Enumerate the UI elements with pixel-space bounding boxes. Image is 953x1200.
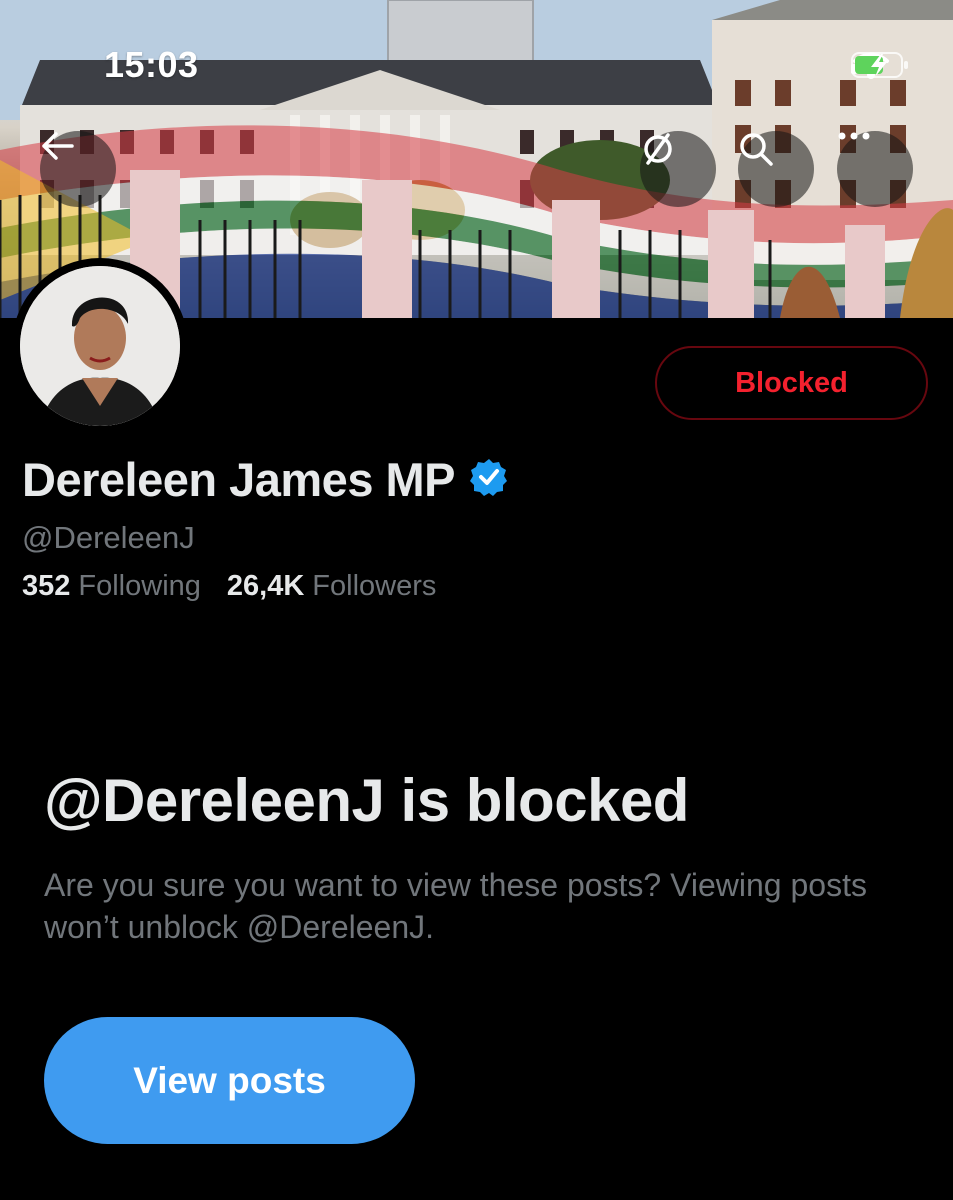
following-link[interactable]: 352 Following [22, 570, 201, 603]
followers-link[interactable]: 26,4K Followers [227, 570, 436, 603]
grok-button[interactable] [640, 131, 716, 207]
more-button[interactable] [837, 131, 913, 207]
profile-name-row: Dereleen James MP [22, 452, 509, 507]
verified-badge-icon[interactable] [469, 457, 509, 502]
avatar-photo [20, 266, 180, 426]
follow-stats: 352 Following 26,4K Followers [22, 570, 436, 603]
search-button[interactable] [738, 131, 814, 207]
profile-handle: @DereleenJ [22, 520, 195, 555]
blocked-title: @DereleenJ is blocked [44, 767, 689, 834]
display-name: Dereleen James MP [22, 453, 456, 506]
back-button[interactable] [40, 131, 116, 207]
following-count: 352 [22, 570, 71, 602]
status-time: 15:03 [104, 44, 199, 85]
view-posts-button[interactable]: View posts [44, 1017, 415, 1144]
following-label: Following [78, 570, 201, 602]
blocked-description: Are you sure you want to view these post… [44, 867, 867, 945]
followers-count: 26,4K [226, 570, 305, 602]
blocked-button[interactable]: Blocked [655, 346, 928, 420]
avatar[interactable] [12, 258, 188, 434]
followers-label: Followers [312, 570, 437, 602]
